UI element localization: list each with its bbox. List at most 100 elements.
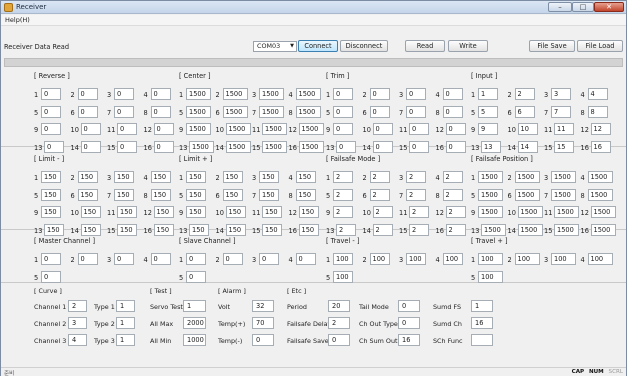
channel-value-input[interactable]: 1500 [590, 206, 616, 218]
channel-value-input[interactable]: 1500 [222, 88, 248, 100]
channel-value-input[interactable]: 0 [77, 253, 98, 265]
channel-value-input[interactable]: 0 [333, 105, 353, 118]
channel-value-input[interactable]: 0 [333, 88, 353, 100]
channel-value-input[interactable]: 1500 [225, 123, 251, 135]
channel-value-input[interactable]: 0 [442, 105, 463, 118]
channel-value-input[interactable]: 0 [186, 253, 206, 265]
channel-value-input[interactable]: 2 [442, 171, 463, 183]
channel-value-input[interactable]: 150 [77, 171, 98, 183]
channel-value-input[interactable]: 1500 [478, 171, 503, 183]
channel-value-input[interactable]: 0 [153, 140, 174, 153]
channel-value-input[interactable]: 1500 [551, 171, 576, 183]
channel-value-input[interactable]: 6 [514, 105, 535, 118]
channel-value-input[interactable]: 1500 [514, 171, 540, 183]
channel-value-input[interactable]: 0 [114, 88, 134, 100]
alarm-input[interactable]: 70 [252, 317, 274, 329]
channel-value-input[interactable]: 1500 [298, 123, 324, 135]
minimize-button[interactable]: – [548, 2, 572, 12]
channel-value-input[interactable]: 150 [114, 188, 134, 201]
channel-value-input[interactable]: 1500 [259, 105, 284, 118]
maximize-button[interactable]: □ [572, 2, 594, 12]
write-button[interactable]: Write [448, 40, 488, 52]
channel-value-input[interactable]: 0 [442, 88, 463, 100]
channel-value-input[interactable]: 0 [222, 253, 243, 265]
channel-value-input[interactable]: 0 [372, 140, 393, 153]
channel-value-input[interactable]: 10 [517, 123, 538, 135]
channel-value-input[interactable]: 150 [262, 206, 282, 218]
channel-value-input[interactable]: 100 [369, 253, 390, 265]
channel-value-input[interactable]: 150 [114, 171, 134, 183]
channel-value-input[interactable]: 0 [153, 123, 174, 135]
channel-value-input[interactable]: 1500 [590, 223, 616, 236]
channel-value-input[interactable]: 150 [117, 206, 137, 218]
channel-value-input[interactable]: 100 [442, 253, 463, 265]
channel-value-input[interactable]: 1500 [295, 88, 321, 100]
channel-value-input[interactable]: 150 [41, 206, 61, 218]
channel-value-input[interactable]: 0 [80, 140, 101, 153]
curve-channel-input[interactable]: 3 [68, 317, 87, 329]
curve-type-input[interactable]: 1 [116, 300, 135, 312]
channel-value-input[interactable]: 100 [333, 253, 353, 265]
channel-value-input[interactable]: 3 [551, 88, 571, 100]
channel-value-input[interactable]: 150 [298, 223, 319, 236]
channel-value-input[interactable]: 16 [590, 140, 611, 153]
channel-value-input[interactable]: 1500 [186, 123, 211, 135]
channel-value-input[interactable]: 9 [478, 123, 498, 135]
channel-value-input[interactable]: 0 [117, 123, 137, 135]
channel-value-input[interactable]: 11 [554, 123, 574, 135]
channel-value-input[interactable]: 2 [369, 171, 390, 183]
etc-input[interactable]: 2 [328, 317, 350, 329]
channel-value-input[interactable]: 0 [150, 105, 171, 118]
alarm-input[interactable]: 32 [252, 300, 274, 312]
menu-help[interactable]: Help(H) [5, 16, 30, 24]
channel-value-input[interactable]: 100 [551, 253, 576, 265]
channel-value-input[interactable]: 100 [406, 253, 426, 265]
channel-value-input[interactable]: 2 [445, 206, 466, 218]
channel-value-input[interactable]: 0 [41, 253, 61, 265]
channel-value-input[interactable]: 150 [189, 223, 209, 236]
channel-value-input[interactable]: 150 [117, 223, 137, 236]
channel-value-input[interactable]: 0 [150, 88, 171, 100]
channel-value-input[interactable]: 2 [445, 223, 466, 236]
channel-value-input[interactable]: 150 [225, 206, 246, 218]
channel-value-input[interactable]: 1500 [189, 140, 214, 153]
channel-value-input[interactable]: 0 [336, 140, 356, 153]
channel-value-input[interactable]: 1500 [262, 140, 287, 153]
channel-value-input[interactable]: 150 [222, 171, 243, 183]
etc-input[interactable]: 0 [328, 334, 350, 346]
file-save-button[interactable]: File Save [529, 40, 575, 52]
channel-value-input[interactable]: 14 [517, 140, 538, 153]
channel-value-input[interactable]: 0 [117, 140, 137, 153]
channel-value-input[interactable]: 150 [262, 223, 282, 236]
channel-value-input[interactable]: 100 [333, 270, 353, 283]
etc-input[interactable]: 0 [398, 317, 420, 329]
channel-value-input[interactable]: 0 [295, 253, 316, 265]
curve-type-input[interactable]: 1 [116, 317, 135, 329]
channel-value-input[interactable]: 150 [186, 206, 206, 218]
channel-value-input[interactable]: 0 [41, 123, 61, 135]
channel-value-input[interactable]: 0 [406, 105, 426, 118]
channel-value-input[interactable]: 150 [44, 223, 64, 236]
connect-button[interactable]: Connect [298, 40, 338, 52]
channel-value-input[interactable]: 150 [41, 188, 61, 201]
channel-value-input[interactable]: 150 [259, 188, 279, 201]
channel-value-input[interactable]: 150 [153, 223, 174, 236]
disconnect-button[interactable]: Disconnect [340, 40, 388, 52]
curve-channel-input[interactable]: 4 [68, 334, 87, 346]
channel-value-input[interactable]: 2 [442, 188, 463, 201]
channel-value-input[interactable]: 100 [478, 270, 503, 283]
channel-value-input[interactable]: 2 [333, 171, 353, 183]
channel-value-input[interactable]: 150 [225, 223, 246, 236]
file-load-button[interactable]: File Load [577, 40, 623, 52]
channel-value-input[interactable]: 1500 [514, 188, 540, 201]
channel-value-input[interactable]: 1500 [186, 88, 211, 100]
channel-value-input[interactable]: 2 [406, 188, 426, 201]
close-button[interactable]: ✕ [594, 2, 624, 12]
channel-value-input[interactable]: 1500 [478, 206, 503, 218]
etc-input[interactable]: 20 [328, 300, 350, 312]
channel-value-input[interactable]: 1500 [259, 88, 284, 100]
channel-value-input[interactable]: 0 [114, 253, 134, 265]
channel-value-input[interactable]: 150 [150, 171, 171, 183]
channel-value-input[interactable]: 0 [186, 270, 206, 283]
channel-value-input[interactable]: 2 [406, 171, 426, 183]
